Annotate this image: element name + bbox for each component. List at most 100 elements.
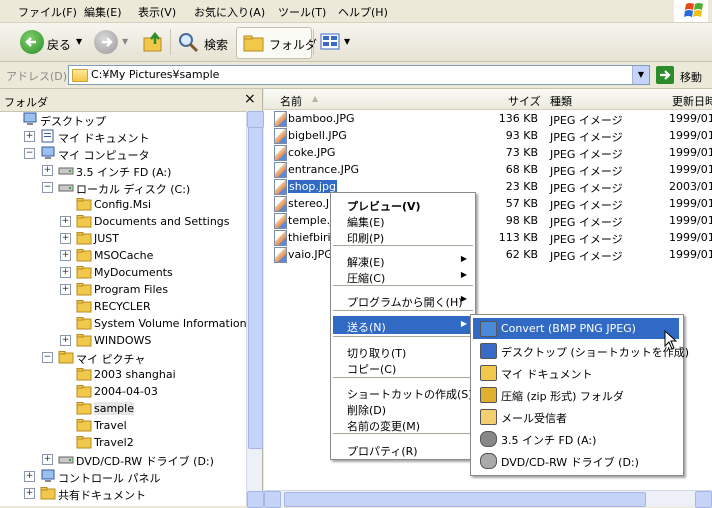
sendto-item-label: 3.5 インチ FD (A:): [501, 434, 597, 447]
menu-edit[interactable]: 編集(E): [84, 4, 122, 20]
file-row[interactable]: bigbell.JPG 93 KB JPEG イメージ 1999/01...: [264, 127, 712, 144]
address-value[interactable]: C:¥My Pictures¥sample: [91, 68, 219, 81]
file-name: bigbell.JPG: [288, 129, 347, 142]
collapse-icon[interactable]: −: [24, 148, 35, 159]
folder-icon: [76, 265, 92, 279]
toolbar: 戻る ▼ ▼ 検索 フォルダ ▼: [0, 23, 712, 62]
views-icon[interactable]: [320, 33, 342, 51]
folder-icon: [76, 299, 92, 313]
scrollbar-thumb[interactable]: [248, 127, 263, 449]
sendto-item[interactable]: メール受信者: [473, 406, 679, 427]
forward-arrow-icon: [102, 37, 113, 47]
jpeg-file-icon: [274, 230, 287, 246]
jpeg-file-icon: [274, 213, 287, 229]
search-label[interactable]: 検索: [204, 36, 228, 53]
submenu-arrow-icon: ▶: [460, 254, 467, 263]
expand-icon[interactable]: +: [60, 267, 71, 278]
back-button[interactable]: [20, 30, 44, 54]
menu-help[interactable]: ヘルプ(H): [338, 4, 388, 20]
expand-icon[interactable]: +: [60, 216, 71, 227]
context-menu-item[interactable]: プロパティ(R): [333, 440, 473, 458]
context-menu-item[interactable]: 名前の変更(M): [333, 415, 473, 433]
tree-item-label: 2004-04-03: [94, 385, 158, 398]
scroll-right-icon[interactable]: [695, 491, 712, 508]
scroll-down-icon[interactable]: [247, 491, 264, 508]
forward-button[interactable]: [94, 30, 118, 54]
folder-icon: [76, 333, 92, 347]
tree-item-label: RECYCLER: [94, 300, 151, 313]
sendto-item[interactable]: デスクトップ (ショートカットを作成): [473, 340, 689, 361]
collapse-icon[interactable]: −: [42, 182, 53, 193]
sendto-item-label: デスクトップ (ショートカットを作成): [501, 346, 690, 359]
menu-separator: [333, 336, 473, 337]
expand-icon[interactable]: +: [24, 471, 35, 482]
convert-icon: [480, 321, 497, 337]
up-folder-icon[interactable]: [141, 30, 165, 54]
file-size: 98 KB: [505, 214, 538, 227]
sendto-item[interactable]: DVD/CD-RW ドライブ (D:): [473, 450, 679, 471]
sendto-item[interactable]: 圧縮 (zip 形式) フォルダ: [473, 384, 679, 405]
context-menu-item[interactable]: 印刷(P): [333, 227, 473, 245]
file-row[interactable]: bamboo.JPG 136 KB JPEG イメージ 1999/01...: [264, 110, 712, 127]
context-menu: プレビュー(V) 編集(E) 印刷(P) 解凍(E) ▶ 圧縮(C) ▶ プログラムから開く(…: [330, 192, 476, 460]
file-size: 73 KB: [505, 146, 538, 159]
column-type[interactable]: 種類: [550, 93, 572, 109]
menu-view[interactable]: 表示(V): [138, 4, 176, 20]
file-row[interactable]: coke.JPG 73 KB JPEG イメージ 1999/01...: [264, 144, 712, 161]
jpeg-file-icon: [274, 145, 287, 161]
file-row[interactable]: entrance.JPG 68 KB JPEG イメージ 1999/01...: [264, 161, 712, 178]
context-menu-item[interactable]: プログラムから開く(H) ▶: [333, 291, 473, 309]
expand-icon[interactable]: +: [24, 488, 35, 499]
menu-favorites[interactable]: お気に入り(A): [194, 4, 265, 20]
address-dropdown-icon[interactable]: ▼: [632, 66, 649, 84]
expand-icon[interactable]: +: [60, 233, 71, 244]
sendto-item[interactable]: 3.5 インチ FD (A:): [473, 428, 679, 449]
folders-button[interactable]: フォルダ: [236, 27, 317, 59]
sendto-item[interactable]: マイ ドキュメント: [473, 362, 679, 383]
expand-icon[interactable]: +: [60, 250, 71, 261]
context-menu-item-label: 圧縮(C): [347, 272, 386, 285]
menu-separator: [333, 245, 473, 246]
hard-disk-icon: [58, 180, 74, 194]
scroll-up-icon[interactable]: [247, 111, 264, 128]
column-name[interactable]: 名前: [280, 93, 302, 109]
dvd-drive-icon: [480, 453, 497, 469]
expand-icon[interactable]: +: [42, 165, 53, 176]
sendto-item[interactable]: Convert (BMP PNG JPEG): [473, 318, 679, 339]
file-name: vaio.JPG: [288, 248, 333, 261]
views-dropdown-icon[interactable]: ▼: [344, 37, 350, 46]
folder-icon: [76, 384, 92, 398]
tree-item-label: MSOCache: [94, 249, 154, 262]
expand-icon[interactable]: +: [60, 284, 71, 295]
back-dropdown-icon[interactable]: ▼: [76, 37, 82, 46]
go-arrow-icon: [656, 66, 674, 84]
expand-icon[interactable]: +: [24, 131, 35, 142]
file-list-hscrollbar[interactable]: [264, 490, 712, 508]
context-menu-item[interactable]: 圧縮(C) ▶: [333, 267, 473, 285]
column-date[interactable]: 更新日時: [672, 93, 712, 109]
back-label[interactable]: 戻る: [47, 36, 71, 53]
address-input[interactable]: C:¥My Pictures¥sample ▼: [68, 65, 650, 85]
collapse-icon[interactable]: −: [42, 352, 53, 363]
jpeg-file-icon: [274, 179, 287, 195]
close-icon[interactable]: ×: [244, 91, 256, 107]
search-icon[interactable]: [176, 30, 200, 54]
expand-icon[interactable]: +: [60, 335, 71, 346]
scroll-left-icon[interactable]: [264, 491, 281, 508]
menu-tools[interactable]: ツール(T): [278, 4, 326, 20]
control-panel-icon: [40, 469, 56, 483]
context-menu-item[interactable]: コピー(C): [333, 358, 473, 376]
menu-file[interactable]: ファイル(F): [18, 4, 77, 20]
go-button[interactable]: 移動: [656, 65, 710, 85]
forward-dropdown-icon[interactable]: ▼: [122, 37, 128, 46]
folder-pane-scrollbar[interactable]: [246, 111, 264, 508]
column-size[interactable]: サイズ: [508, 93, 541, 109]
tree-item-label: ローカル ディスク (C:): [76, 183, 191, 196]
expand-icon[interactable]: +: [42, 454, 53, 465]
file-date: 1999/01...: [669, 163, 712, 176]
submenu-arrow-icon: ▶: [460, 294, 467, 303]
file-type: JPEG イメージ: [550, 114, 623, 127]
hscrollbar-thumb[interactable]: [284, 492, 646, 507]
tree-item-label: WINDOWS: [94, 334, 152, 347]
context-menu-item[interactable]: 送る(N) ▶: [333, 316, 473, 334]
